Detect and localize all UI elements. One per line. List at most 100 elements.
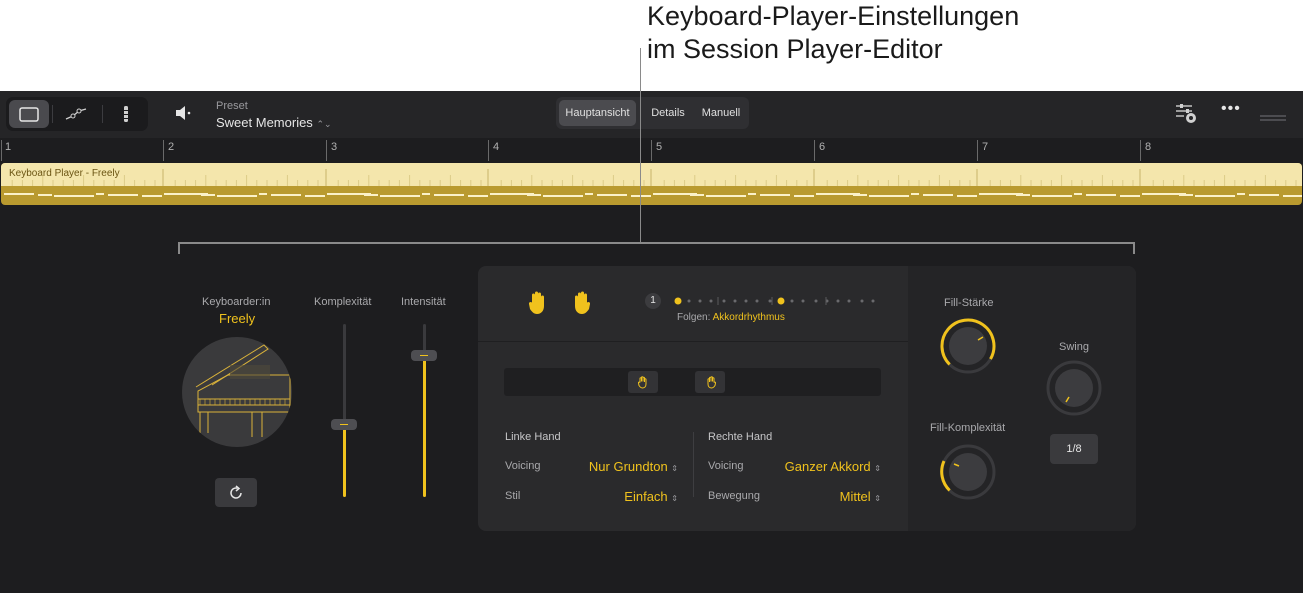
left-style-menu[interactable]: Einfach ⇕ [624,489,678,504]
view-main-button[interactable] [9,100,49,128]
rhythm-step-dot [777,297,785,305]
right-voicing-menu[interactable]: Ganzer Akkord ⇕ [785,459,881,474]
rectangle-icon [19,106,39,122]
bar-number: 8 [1145,141,1152,153]
score-view-button[interactable] [106,100,146,128]
fills-panel: Fill-Stärke Fill-Komplexität Swing 1/8 [908,266,1136,531]
bar-number: 1 [5,141,12,153]
fill-complexity-knob[interactable] [940,444,996,500]
left-style-label: Stil [505,490,521,502]
right-voicing-label: Voicing [708,460,744,472]
more-options-icon[interactable]: ••• [1221,101,1241,117]
editor-tabs: Hauptansicht Details Manuell [556,97,749,129]
rhythm-step-dot [768,299,772,303]
note-icon [124,106,128,122]
rhythm-step-dot [733,299,737,303]
intensity-slider-fill [423,355,426,497]
follow-value: Akkordrhythmus [712,312,785,323]
rhythm-step-dot [801,299,805,303]
automation-view-button[interactable] [56,100,96,128]
player-name: Freely [219,311,256,326]
keyboard-region[interactable]: Keyboard Player - Freely [1,163,1302,205]
callout-line-1: Keyboard-Player-Einstellungen [647,1,1020,31]
left-voicing-value: Nur Grundton [588,459,668,474]
view-mode-selector [6,97,148,131]
right-movement-label: Bewegung [708,490,760,502]
editor-toolbar: Preset Sweet Memories ⌃⌄ Hauptansicht De… [0,91,1303,138]
chevron-updown-icon: ⇕ [671,494,678,503]
left-style-value: Einfach [624,489,668,504]
rhythm-step-dot [790,299,794,303]
swing-resolution-button[interactable]: 1/8 [1050,434,1098,464]
keyboard-settings-panel: 1 Folgen: Akkordrhythmus Linke Hand Voic… [478,266,1136,531]
fill-strength-knob[interactable] [940,318,996,374]
bar-number: 7 [982,141,989,153]
left-hand-icon [637,375,646,389]
refresh-icon [230,484,242,499]
tab-manuell[interactable]: Manuell [696,100,746,126]
complexity-slider-fill [343,424,346,497]
preset-label: Preset [216,100,248,112]
rhythm-step-dots[interactable] [674,296,884,306]
fill-complexity-label: Fill-Komplexität [930,422,1006,434]
right-hand-toggle[interactable] [569,290,591,321]
preset-name: Sweet Memories [216,115,313,130]
automation-curve-icon [65,108,87,120]
region-notes [1,186,1302,205]
rhythm-step-dot [860,299,864,303]
rhythm-step-dot [744,299,748,303]
drag-handle-icon[interactable] [1260,109,1286,127]
rhythm-step-dot [674,297,682,305]
chevron-updown-icon: ⇕ [874,494,881,503]
left-hand-position[interactable] [628,371,658,393]
region-header: Keyboard Player - Freely [1,163,1302,186]
rhythm-step-dot [709,299,713,303]
left-hand-icon [528,291,544,314]
intensity-slider-thumb[interactable] [411,350,437,362]
speaker-icon[interactable] [174,105,192,126]
chevron-updown-icon: ⇕ [874,464,881,473]
player-label: Keyboarder:in [202,296,271,308]
left-hand-toggle[interactable] [528,290,550,321]
tab-hauptansicht[interactable]: Hauptansicht [559,100,636,126]
complexity-label: Komplexität [314,296,372,308]
hand-position-bar[interactable] [504,368,881,396]
callout-annotation: Keyboard-Player-Einstellungen im Session… [647,0,1019,66]
swing-label: Swing [1059,341,1089,353]
preset-selector[interactable]: Sweet Memories ⌃⌄ [216,115,332,130]
follow-label: Folgen: [677,312,711,323]
callout-leader-line [640,48,641,243]
rhythm-step-dot [722,299,726,303]
reset-player-button[interactable] [215,478,257,507]
follow-setting[interactable]: Folgen: Akkordrhythmus [677,312,785,323]
rhythm-step-dot [755,299,759,303]
callout-line-2: im Session Player-Editor [647,34,943,64]
rhythm-step-dot [814,299,818,303]
chevron-updown-icon: ⌃⌄ [316,119,332,129]
left-voicing-menu[interactable]: Nur Grundton ⇕ [589,459,678,474]
bar-number: 6 [819,141,826,153]
rhythm-step-dot [847,299,851,303]
complexity-slider-thumb[interactable] [331,419,357,431]
step-number-badge: 1 [645,293,661,309]
piano-illustration [182,337,292,447]
session-player-editor: Preset Sweet Memories ⌃⌄ Hauptansicht De… [0,91,1303,593]
track-settings-icon[interactable] [1174,102,1198,129]
callout-bracket [178,242,1135,254]
right-movement-menu[interactable]: Mittel ⇕ [840,489,881,504]
right-hand-position[interactable] [695,371,725,393]
rhythm-step-dot [698,299,702,303]
rhythm-step-dot [687,299,691,303]
swing-knob[interactable] [1046,360,1102,416]
right-voicing-value: Ganzer Akkord [784,459,871,474]
bar-number: 4 [493,141,500,153]
intensity-label: Intensität [401,296,446,308]
left-voicing-label: Voicing [505,460,541,472]
rhythm-step-dot [836,299,840,303]
tab-details[interactable]: Details [642,100,694,126]
right-movement-value: Mittel [839,489,871,504]
left-hand-title: Linke Hand [505,431,561,443]
bar-number: 2 [168,141,175,153]
bar-number: 5 [656,141,663,153]
bar-ruler[interactable]: 1 2 3 4 5 6 7 8 [0,138,1303,162]
